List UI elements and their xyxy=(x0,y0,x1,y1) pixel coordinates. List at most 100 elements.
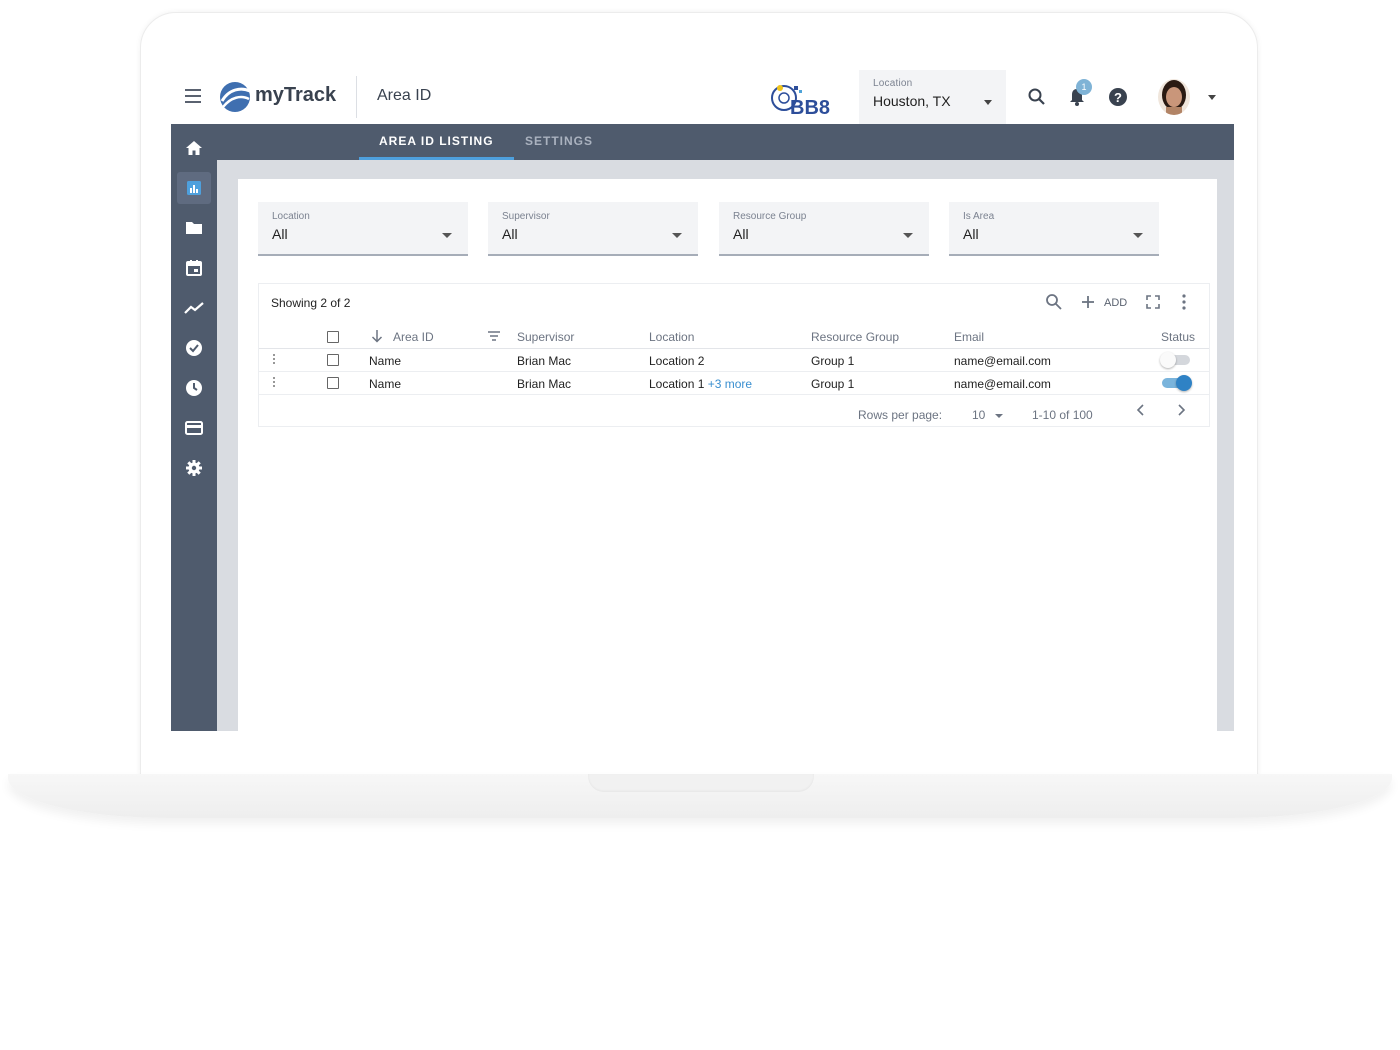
chevron-down-icon xyxy=(442,233,452,238)
column-header-email[interactable]: Email xyxy=(954,330,984,344)
filter-value: All xyxy=(963,226,979,242)
filter-is-area[interactable]: Is Area All xyxy=(949,202,1159,256)
cell-location: Location 2 xyxy=(649,354,704,368)
prev-page-icon[interactable] xyxy=(1135,403,1147,417)
row-checkbox[interactable] xyxy=(327,377,339,389)
rows-per-page-select[interactable]: 10 xyxy=(972,408,1003,422)
cell-location-text: Location 1 xyxy=(649,377,705,391)
column-header-resource-group[interactable]: Resource Group xyxy=(811,330,899,344)
location-select-label: Location xyxy=(873,78,913,89)
filter-label: Location xyxy=(272,211,310,222)
sidebar xyxy=(171,124,217,731)
filter-resource-group[interactable]: Resource Group All xyxy=(719,202,929,256)
sidebar-item-files[interactable] xyxy=(177,212,211,244)
area-id-table: Showing 2 of 2 ADD Area ID Supervisor Lo… xyxy=(258,283,1210,427)
column-header-status[interactable]: Status xyxy=(1161,330,1195,344)
search-icon[interactable] xyxy=(1027,87,1047,107)
sidebar-item-time[interactable] xyxy=(177,372,211,404)
trend-icon xyxy=(184,302,204,314)
filter-value: All xyxy=(272,226,288,242)
cell-location-text: Location 2 xyxy=(649,354,705,368)
tab-area-id-listing[interactable]: AREA ID LISTING xyxy=(359,124,514,160)
sidebar-item-billing[interactable] xyxy=(177,412,211,444)
sidebar-item-settings[interactable] xyxy=(177,452,211,484)
row-checkbox[interactable] xyxy=(327,354,339,366)
location-select-value: Houston, TX xyxy=(873,93,951,109)
fullscreen-icon[interactable] xyxy=(1145,293,1161,311)
gear-icon xyxy=(186,460,202,476)
column-header-area-id[interactable]: Area ID xyxy=(393,330,434,344)
clock-icon xyxy=(186,380,202,396)
app-name: myTrack xyxy=(255,84,337,106)
next-page-icon[interactable] xyxy=(1175,403,1187,417)
tab-settings[interactable]: SETTINGS xyxy=(505,124,613,160)
status-toggle[interactable] xyxy=(1160,374,1192,392)
cell-resource-group: Group 1 xyxy=(811,377,855,391)
help-icon[interactable]: ? xyxy=(1108,87,1128,107)
sidebar-item-home[interactable] xyxy=(177,132,211,164)
check-circle-icon xyxy=(186,340,202,356)
folder-icon xyxy=(186,222,202,234)
table-search-icon[interactable] xyxy=(1045,293,1063,311)
notification-badge: 1 xyxy=(1076,79,1092,95)
card-icon xyxy=(185,421,203,435)
filter-label: Supervisor xyxy=(502,211,550,222)
menu-icon[interactable] xyxy=(185,89,201,103)
more-vert-icon[interactable] xyxy=(1181,293,1187,311)
chevron-down-icon xyxy=(903,233,913,238)
pagination-range: 1-10 of 100 xyxy=(1032,408,1093,422)
chevron-down-icon xyxy=(984,100,992,105)
cell-resource-group: Group 1 xyxy=(811,354,855,368)
chevron-down-icon xyxy=(994,413,1003,418)
status-toggle[interactable] xyxy=(1160,351,1192,369)
app-screen: myTrack Area ID BB8 Location Houston, TX… xyxy=(171,70,1234,731)
cell-email: name@email.com xyxy=(954,377,1051,391)
avatar[interactable] xyxy=(1158,79,1190,115)
top-bar: myTrack Area ID BB8 Location Houston, TX… xyxy=(171,70,1234,124)
user-menu-chevron-icon[interactable] xyxy=(1208,95,1216,100)
page-title: Area ID xyxy=(377,87,432,104)
calendar-icon xyxy=(186,260,202,276)
sidebar-item-analytics[interactable] xyxy=(177,292,211,324)
plus-icon[interactable] xyxy=(1080,293,1096,311)
filter-value: All xyxy=(502,226,518,242)
column-header-supervisor[interactable]: Supervisor xyxy=(517,330,574,344)
rows-per-page-label: Rows per page: xyxy=(858,408,943,422)
row-divider xyxy=(259,394,1209,395)
row-actions-icon[interactable] xyxy=(272,377,276,391)
showing-count: Showing 2 of 2 xyxy=(271,296,351,310)
header-divider xyxy=(259,348,1209,349)
add-button[interactable]: ADD xyxy=(1104,297,1127,309)
filter-value: All xyxy=(733,226,749,242)
content-panel xyxy=(238,179,1217,731)
select-all-checkbox[interactable] xyxy=(327,331,339,343)
filter-supervisor[interactable]: Supervisor All xyxy=(488,202,698,256)
chevron-down-icon xyxy=(1133,233,1143,238)
svg-text:BB8: BB8 xyxy=(790,97,830,118)
row-actions-icon[interactable] xyxy=(272,354,276,368)
laptop-notch xyxy=(588,774,814,792)
filter-label: Resource Group xyxy=(733,211,807,222)
chart-icon xyxy=(187,181,201,195)
sidebar-item-reports[interactable] xyxy=(177,172,211,204)
sort-down-icon[interactable] xyxy=(371,329,383,343)
bb8-partner-logo: BB8 xyxy=(771,85,830,118)
header-divider xyxy=(356,76,357,118)
cell-supervisor: Brian Mac xyxy=(517,354,572,368)
mytrack-logo-icon xyxy=(220,82,251,112)
filter-icon[interactable] xyxy=(487,330,501,342)
sidebar-item-tasks[interactable] xyxy=(177,332,211,364)
svg-text:?: ? xyxy=(1114,90,1122,105)
rows-per-page-value: 10 xyxy=(972,408,986,422)
filter-location[interactable]: Location All xyxy=(258,202,468,256)
column-header-location[interactable]: Location xyxy=(649,330,694,344)
cell-email: name@email.com xyxy=(954,354,1051,368)
location-select[interactable]: Location Houston, TX xyxy=(859,70,1006,124)
cell-area-id: Name xyxy=(369,377,402,391)
home-icon xyxy=(186,141,202,155)
tab-bar: AREA ID LISTING SETTINGS xyxy=(217,124,1234,160)
more-locations-link[interactable]: +3 more xyxy=(708,377,752,391)
cell-supervisor: Brian Mac xyxy=(517,377,572,391)
sidebar-item-calendar[interactable] xyxy=(177,252,211,284)
row-divider xyxy=(259,371,1209,372)
